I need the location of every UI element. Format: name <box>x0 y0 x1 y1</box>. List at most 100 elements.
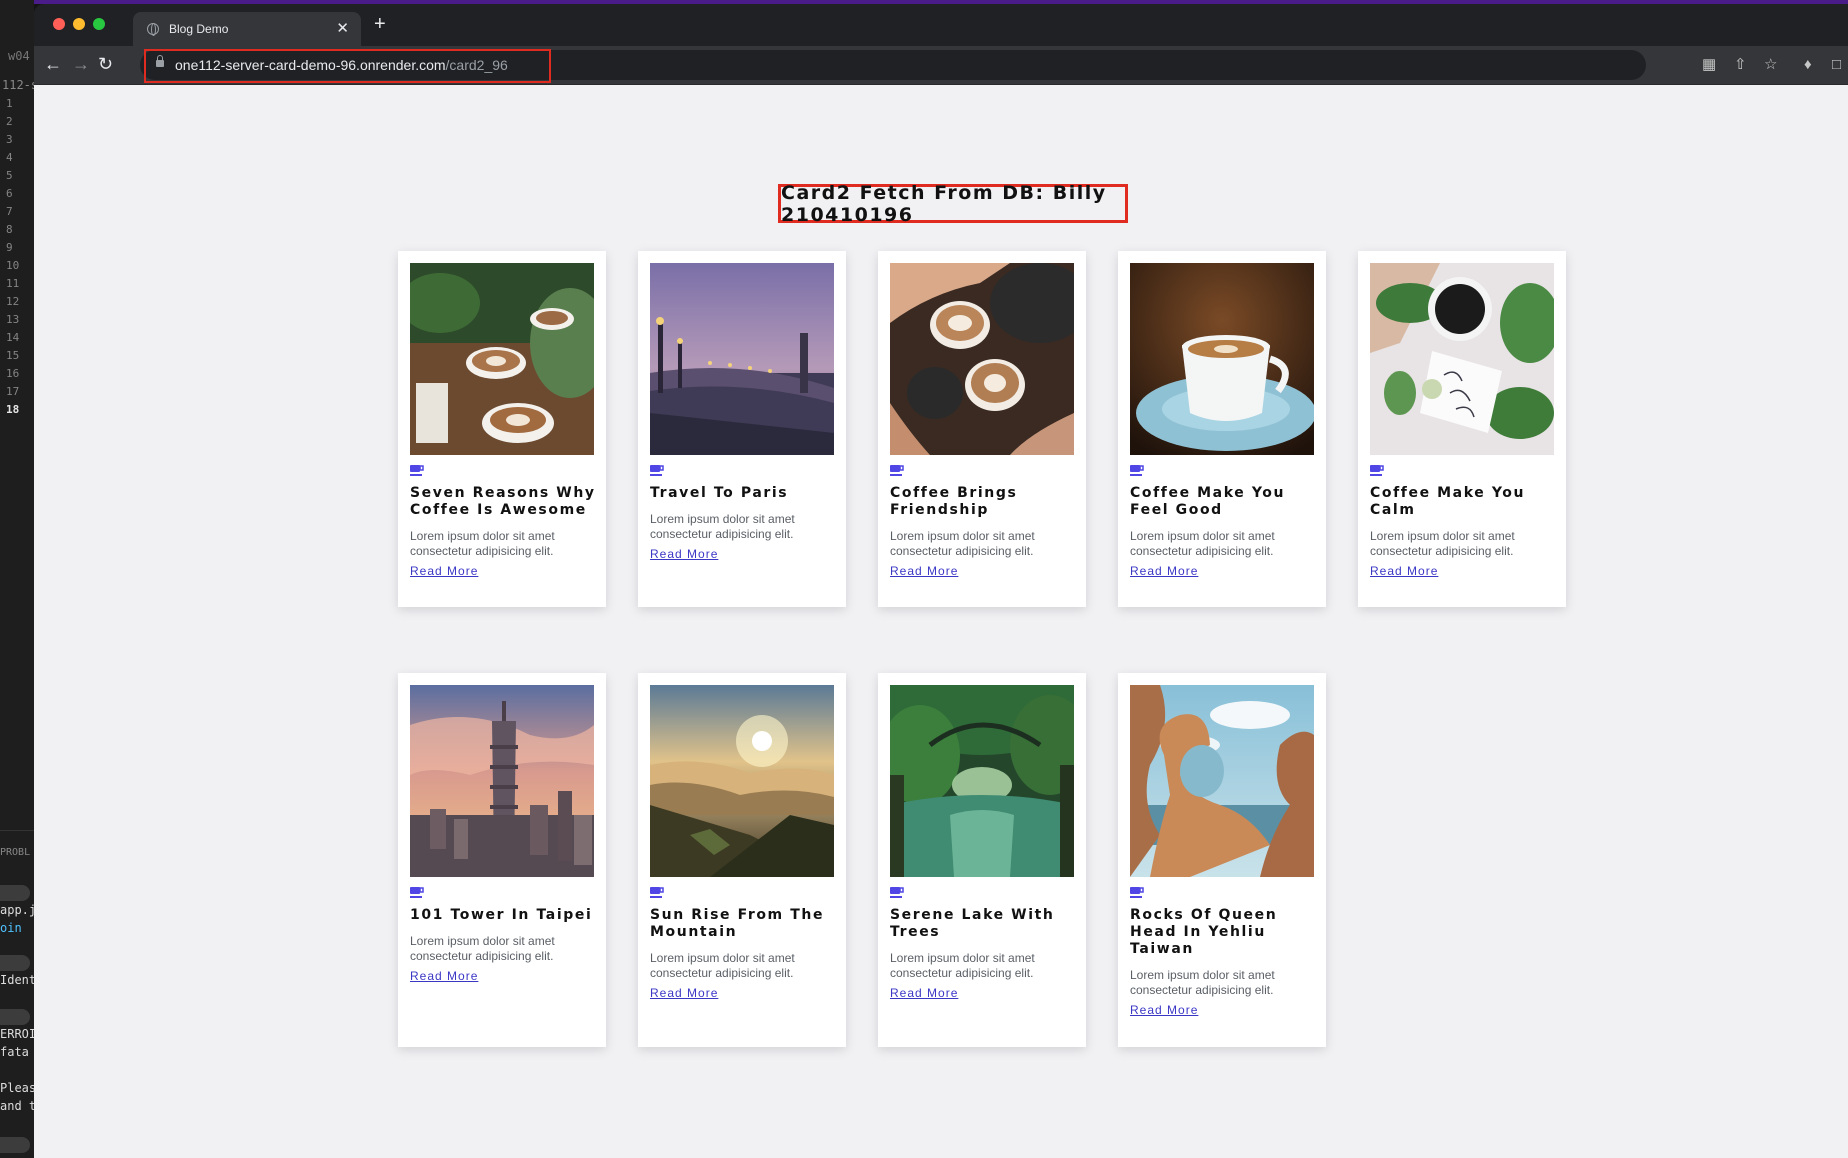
blog-card: 101 Tower In Taipei Lorem ipsum dolor si… <box>398 673 606 1047</box>
card-title: Travel To Paris <box>650 485 789 501</box>
read-more-link[interactable]: Read More <box>410 564 478 578</box>
maximize-window-button[interactable] <box>93 18 105 30</box>
tab-title: Blog Demo <box>169 22 229 36</box>
blog-card: Coffee Make You Calm Lorem ipsum dolor s… <box>1358 251 1566 607</box>
back-arrow-icon[interactable]: ← <box>44 53 62 75</box>
line-number: 14 <box>6 331 20 344</box>
coffee-cup-icon <box>410 887 424 898</box>
card-description: Lorem ipsum dolor sit amet consectetur a… <box>1130 529 1275 558</box>
background-code-editor: w04 112-s 1 2 3 4 5 6 7 8 9 10 11 12 13 … <box>0 0 34 1158</box>
card-title: Coffee Brings Friendship <box>890 485 1018 518</box>
terminal-line: Ident <box>0 973 34 987</box>
editor-file-text: 112-s <box>2 78 34 92</box>
blog-card: Serene Lake With Trees Lorem ipsum dolor… <box>878 673 1086 1047</box>
coffee-cup-icon <box>890 887 904 898</box>
terminal-line: fata <box>0 1045 29 1059</box>
read-more-link[interactable]: Read More <box>1130 564 1198 578</box>
read-more-link[interactable]: Read More <box>650 986 718 1000</box>
tab-blog-demo[interactable]: Blog Demo ✕ <box>133 12 361 46</box>
card-image <box>650 263 834 455</box>
blog-card: Coffee Make You Feel Good Lorem ipsum do… <box>1118 251 1326 607</box>
heading-highlight-box: Card2 Fetch From DB: Billy 210410196 <box>778 181 1128 226</box>
translate-icon[interactable]: ▦ <box>1702 56 1716 74</box>
minimize-window-button[interactable] <box>73 18 85 30</box>
card-description: Lorem ipsum dolor sit amet consectetur a… <box>650 512 795 541</box>
coffee-cup-icon <box>650 887 664 898</box>
line-number: 12 <box>6 295 20 308</box>
page-heading: Card2 Fetch From DB: Billy 210410196 <box>781 181 1107 226</box>
bookmark-star-icon[interactable]: ☆ <box>1764 56 1777 74</box>
line-number: 2 <box>6 115 13 128</box>
terminal-prompt-pill <box>0 885 30 901</box>
card-image <box>1370 263 1554 455</box>
terminal-line: ERROI <box>0 1027 34 1041</box>
read-more-link[interactable]: Read More <box>890 986 958 1000</box>
card-title: Serene Lake With Trees <box>890 907 1055 940</box>
line-number: 8 <box>6 223 13 236</box>
terminal-prompt-pill <box>0 1137 30 1153</box>
blog-card: Rocks Of Queen Head In Yehliu Taiwan Lor… <box>1118 673 1326 1047</box>
terminal-prompt-pill <box>0 955 30 971</box>
card-title: Rocks Of Queen Head In Yehliu Taiwan <box>1130 907 1278 957</box>
blog-card: Sun Rise From The Mountain Lorem ipsum d… <box>638 673 846 1047</box>
terminal-line: app.j <box>0 903 34 917</box>
read-more-link[interactable]: Read More <box>890 564 958 578</box>
extensions-puzzle-icon[interactable]: ♦ <box>1804 56 1812 74</box>
blog-card: Travel To Paris Lorem ipsum dolor sit am… <box>638 251 846 607</box>
blog-card: Seven Reasons Why Coffee Is Awesome Lore… <box>398 251 606 607</box>
card-image <box>410 263 594 455</box>
card-description: Lorem ipsum dolor sit amet consectetur a… <box>890 951 1035 980</box>
line-number: 16 <box>6 367 20 380</box>
terminal-prompt-pill <box>0 1009 30 1025</box>
card-description: Lorem ipsum dolor sit amet consectetur a… <box>650 951 795 980</box>
editor-folder-text: w04 <box>8 49 30 63</box>
blog-card: Coffee Brings Friendship Lorem ipsum dol… <box>878 251 1086 607</box>
close-window-button[interactable] <box>53 18 65 30</box>
line-number: 11 <box>6 277 20 290</box>
card-image <box>410 685 594 877</box>
card-description: Lorem ipsum dolor sit amet consectetur a… <box>890 529 1035 558</box>
card-image <box>890 263 1074 455</box>
coffee-cup-icon <box>650 465 664 476</box>
card-image <box>890 685 1074 877</box>
coffee-cup-icon <box>1130 465 1144 476</box>
terminal-line: Pleas <box>0 1081 34 1095</box>
forward-arrow-icon[interactable]: → <box>72 53 90 75</box>
line-number: 10 <box>6 259 20 272</box>
coffee-cup-icon <box>410 465 424 476</box>
card-image <box>650 685 834 877</box>
line-number: 17 <box>6 385 20 398</box>
card-image <box>1130 263 1314 455</box>
tab-strip: Blog Demo ✕ + <box>34 4 1848 46</box>
coffee-cup-icon <box>1130 887 1144 898</box>
card-title: Coffee Make You Calm <box>1370 485 1526 518</box>
card-description: Lorem ipsum dolor sit amet consectetur a… <box>410 934 555 963</box>
close-tab-icon[interactable]: ✕ <box>336 19 349 37</box>
card-title: Sun Rise From The Mountain <box>650 907 825 940</box>
coffee-cup-icon <box>1370 465 1384 476</box>
card-title: Coffee Make You Feel Good <box>1130 485 1286 518</box>
card-title: Seven Reasons Why Coffee Is Awesome <box>410 485 596 518</box>
line-number: 5 <box>6 169 13 182</box>
new-tab-button[interactable]: + <box>374 14 386 34</box>
read-more-link[interactable]: Read More <box>650 547 718 561</box>
browser-toolbar: ← → ↻ one112-server-card-demo-96.onrende… <box>34 46 1848 85</box>
card-description: Lorem ipsum dolor sit amet consectetur a… <box>1370 529 1515 558</box>
line-number: 4 <box>6 151 13 164</box>
card-image <box>1130 685 1314 877</box>
line-number: 13 <box>6 313 20 326</box>
line-number: 15 <box>6 349 20 362</box>
line-number: 9 <box>6 241 13 254</box>
reload-icon[interactable]: ↻ <box>98 53 113 75</box>
line-number: 3 <box>6 133 13 146</box>
panel-tab-label: PROBL <box>0 847 31 858</box>
read-more-link[interactable]: Read More <box>1130 1003 1198 1017</box>
terminal-line: oin <box>0 921 22 935</box>
side-panel-icon[interactable]: □ <box>1832 56 1841 74</box>
read-more-link[interactable]: Read More <box>410 969 478 983</box>
share-icon[interactable]: ⇧ <box>1734 56 1747 74</box>
browser-window: Blog Demo ✕ + ← → ↻ one112-server-card-d… <box>34 4 1848 1158</box>
terminal-line: and t <box>0 1099 34 1113</box>
card-description: Lorem ipsum dolor sit amet consectetur a… <box>410 529 555 558</box>
read-more-link[interactable]: Read More <box>1370 564 1438 578</box>
